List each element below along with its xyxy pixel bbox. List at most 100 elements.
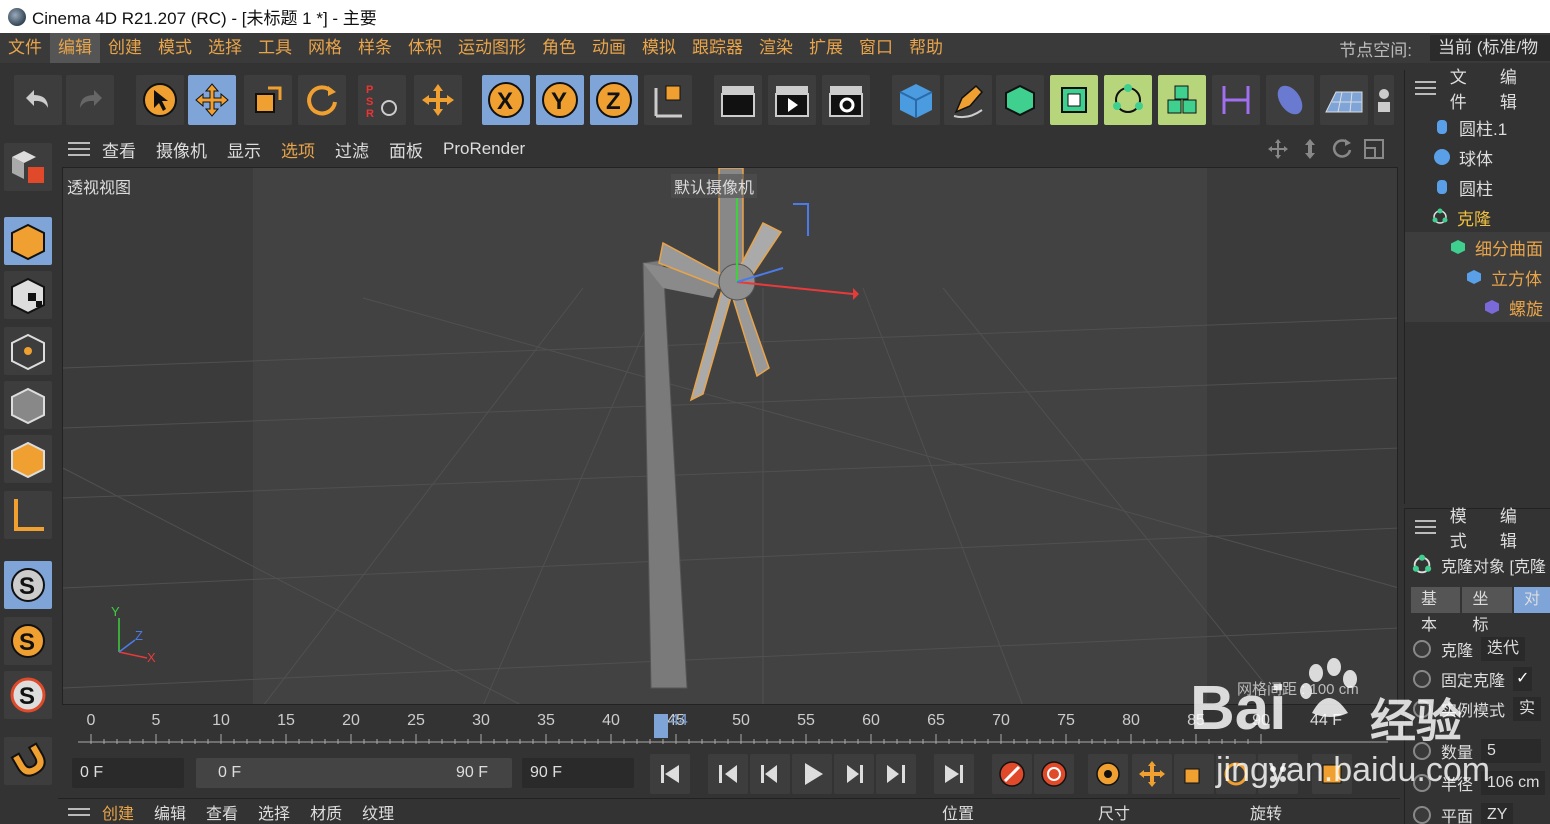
menu-render[interactable]: 渲染 — [751, 33, 801, 63]
pen-tool-button[interactable] — [944, 75, 992, 125]
render-to-picture-viewer-button[interactable] — [768, 75, 816, 125]
record-keys-button[interactable] — [992, 754, 1032, 794]
menu-mode[interactable]: 模式 — [150, 33, 200, 63]
menu-file[interactable]: 文件 — [0, 33, 50, 63]
attribute-menu-edit[interactable]: 编辑 — [1500, 502, 1532, 552]
menu-help[interactable]: 帮助 — [901, 33, 951, 63]
edge-mode-button[interactable] — [4, 381, 52, 429]
fix-clone-checkbox[interactable]: ✓ — [1513, 667, 1533, 691]
menu-volume[interactable]: 体积 — [400, 33, 450, 63]
gizmo-x-arrow[interactable] — [853, 288, 859, 300]
magnet-button[interactable] — [4, 737, 52, 785]
auto-key-button[interactable] — [1034, 754, 1074, 794]
polygon-mode-button[interactable] — [4, 435, 52, 483]
mograph-cubes-button[interactable] — [1158, 75, 1206, 125]
plane-select[interactable]: ZY — [1481, 803, 1514, 824]
render-view-button[interactable] — [714, 75, 762, 125]
material-menu-texture[interactable]: 纹理 — [362, 800, 394, 824]
end-frame-field[interactable]: 90 F — [522, 758, 634, 788]
play-button[interactable] — [792, 754, 832, 794]
z-axis-button[interactable]: Z — [590, 75, 638, 125]
menu-character[interactable]: 角色 — [534, 33, 584, 63]
menu-animate[interactable]: 动画 — [584, 33, 634, 63]
key-rotation-button[interactable] — [1216, 754, 1256, 794]
floor-button[interactable] — [1320, 75, 1368, 125]
live-select-button[interactable] — [136, 75, 184, 125]
timeline-playhead[interactable] — [654, 714, 668, 738]
previous-frame-button[interactable] — [750, 754, 790, 794]
count-field[interactable]: 5 — [1481, 739, 1542, 763]
go-to-end-button[interactable] — [934, 754, 974, 794]
camera-button[interactable] — [1374, 75, 1394, 125]
key-position-button[interactable] — [1132, 754, 1172, 794]
menu-mesh[interactable]: 网格 — [300, 33, 350, 63]
menu-extensions[interactable]: 扩展 — [801, 33, 851, 63]
psr-button[interactable]: PSR — [358, 75, 406, 125]
object-row-cloner[interactable]: 克隆 — [1405, 202, 1550, 232]
menu-simulate[interactable]: 模拟 — [634, 33, 684, 63]
material-menu-hamburger-icon[interactable] — [68, 804, 90, 820]
object-row-sphere[interactable]: 球体 — [1405, 142, 1550, 172]
render-settings-button[interactable] — [822, 75, 870, 125]
next-frame-button[interactable] — [834, 754, 874, 794]
perspective-viewport[interactable]: Y X Z 透视视图 默认摄像机 网格间距 : 100 cm — [62, 167, 1398, 705]
menu-spline[interactable]: 样条 — [350, 33, 400, 63]
redo-button[interactable] — [66, 75, 114, 125]
point-mode-button[interactable] — [4, 327, 52, 375]
viewport-menu-options[interactable]: 选项 — [281, 137, 315, 162]
key-scale-button[interactable] — [1174, 754, 1214, 794]
material-menu-create[interactable]: 创建 — [102, 800, 134, 824]
cube-object-button[interactable] — [892, 75, 940, 125]
animate-radio-icon[interactable] — [1413, 700, 1431, 718]
material-menu-view[interactable]: 查看 — [206, 800, 238, 824]
y-axis-button[interactable]: Y — [536, 75, 584, 125]
key-settings-button[interactable] — [1088, 754, 1128, 794]
animate-radio-icon[interactable] — [1413, 670, 1431, 688]
viewport-menu-filter[interactable]: 过滤 — [335, 137, 369, 162]
axis-mode-button[interactable] — [4, 491, 52, 539]
instance-mode-select[interactable]: 实 — [1513, 697, 1542, 721]
attribute-tab-object[interactable]: 对 — [1513, 587, 1550, 613]
animate-radio-icon[interactable] — [1413, 806, 1431, 824]
attribute-manager-hamburger-icon[interactable] — [1415, 516, 1436, 538]
move-button[interactable] — [188, 75, 236, 125]
subdivision-surface-button[interactable] — [996, 75, 1044, 125]
rotate-button[interactable] — [298, 75, 346, 125]
make-editable-button[interactable] — [4, 143, 52, 191]
node-space-select[interactable]: 当前 (标准/物 — [1430, 35, 1550, 61]
model-mode-button[interactable] — [4, 217, 52, 265]
key-parameter-button[interactable] — [1258, 754, 1298, 794]
viewport-menu-prorender[interactable]: ProRender — [443, 139, 525, 159]
fields-button[interactable] — [1266, 75, 1314, 125]
menu-tracker[interactable]: 跟踪器 — [684, 33, 751, 63]
workplane-snap-button[interactable]: S — [4, 617, 52, 665]
world-axis-button[interactable] — [414, 75, 462, 125]
animate-radio-icon[interactable] — [1413, 774, 1431, 792]
snap-button[interactable]: S — [4, 561, 52, 609]
attribute-menu-mode[interactable]: 模式 — [1450, 502, 1482, 552]
animate-radio-icon[interactable] — [1413, 640, 1431, 658]
timeline-ruler[interactable]: 0 5 10 15 20 25 30 35 40 45 50 55 60 65 70 75 80 85 90 44 … — [58, 708, 1400, 748]
quantize-button[interactable]: S — [4, 671, 52, 719]
material-menu-select[interactable]: 选择 — [258, 800, 290, 824]
pan-view-icon[interactable] — [1266, 137, 1290, 161]
extrude-button[interactable] — [1050, 75, 1098, 125]
menu-edit[interactable]: 编辑 — [50, 33, 100, 63]
cloner-button[interactable] — [1104, 75, 1152, 125]
x-axis-button[interactable]: X — [482, 75, 530, 125]
object-row-cylinder-1[interactable]: 圆柱.1 — [1405, 112, 1550, 142]
go-to-start-button[interactable] — [650, 754, 690, 794]
deformer-bend-button[interactable] — [1212, 75, 1260, 125]
attribute-tab-basic[interactable]: 基本 — [1411, 587, 1461, 634]
object-manager-menu-file[interactable]: 文件 — [1450, 63, 1482, 113]
orbit-view-icon[interactable] — [1330, 137, 1354, 161]
zoom-view-icon[interactable] — [1298, 137, 1322, 161]
viewport-menu-panel[interactable]: 面板 — [389, 137, 423, 162]
menu-select[interactable]: 选择 — [200, 33, 250, 63]
menu-window[interactable]: 窗口 — [851, 33, 901, 63]
material-menu-edit[interactable]: 编辑 — [154, 800, 186, 824]
undo-button[interactable] — [14, 75, 62, 125]
menu-create[interactable]: 创建 — [100, 33, 150, 63]
viewport-menu-display[interactable]: 显示 — [227, 137, 261, 162]
radius-field[interactable]: 106 cm — [1481, 771, 1546, 795]
